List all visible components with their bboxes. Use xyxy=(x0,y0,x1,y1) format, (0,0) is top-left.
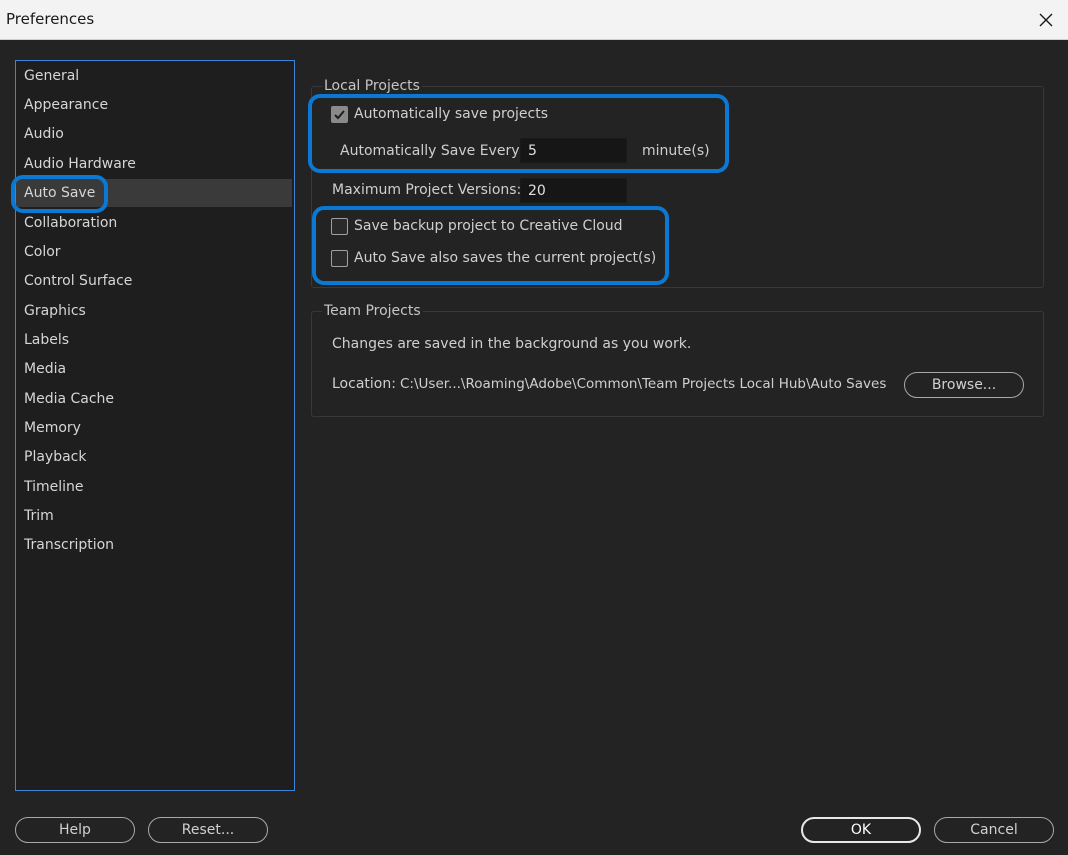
sidebar-item-audio[interactable]: Audio xyxy=(16,120,292,148)
ok-button[interactable]: OK xyxy=(801,817,921,843)
sidebar-item-labels[interactable]: Labels xyxy=(16,326,292,354)
auto-save-label: Automatically save projects xyxy=(354,106,548,122)
auto-save-checkbox[interactable] xyxy=(331,106,348,123)
title-bar: Preferences xyxy=(0,0,1068,40)
sidebar-item-media[interactable]: Media xyxy=(16,355,292,383)
sidebar-item-transcription[interactable]: Transcription xyxy=(16,531,292,559)
team-projects-description: Changes are saved in the background as y… xyxy=(332,336,692,352)
sidebar-item-media-cache[interactable]: Media Cache xyxy=(16,385,292,413)
save-current-label: Auto Save also saves the current project… xyxy=(354,250,657,266)
save-current-checkbox[interactable] xyxy=(331,250,348,267)
close-button[interactable] xyxy=(1024,0,1068,40)
browse-button[interactable]: Browse... xyxy=(904,372,1024,398)
sidebar-item-trim[interactable]: Trim xyxy=(16,502,292,530)
sidebar-item-timeline[interactable]: Timeline xyxy=(16,473,292,501)
backup-cc-label: Save backup project to Creative Cloud xyxy=(354,218,623,234)
location-label: Location: xyxy=(332,376,396,392)
preferences-category-list[interactable]: General Appearance Audio Audio Hardware … xyxy=(15,60,295,791)
cancel-button[interactable]: Cancel xyxy=(934,817,1054,843)
sidebar-item-color[interactable]: Color xyxy=(16,238,292,266)
backup-cc-checkbox[interactable] xyxy=(331,218,348,235)
sidebar-item-general[interactable]: General xyxy=(16,62,292,90)
sidebar-item-control-surface[interactable]: Control Surface xyxy=(16,267,292,295)
sidebar-item-memory[interactable]: Memory xyxy=(16,414,292,442)
sidebar-item-collaboration[interactable]: Collaboration xyxy=(16,209,292,237)
save-every-input[interactable] xyxy=(520,138,627,163)
team-projects-label: Team Projects xyxy=(322,303,423,319)
reset-button[interactable]: Reset... xyxy=(148,817,268,843)
max-versions-input[interactable] xyxy=(520,178,627,203)
sidebar-item-playback[interactable]: Playback xyxy=(16,443,292,471)
close-icon xyxy=(1039,13,1053,27)
window-title: Preferences xyxy=(6,10,95,28)
sidebar-item-graphics[interactable]: Graphics xyxy=(16,297,292,325)
team-projects-group xyxy=(311,311,1044,417)
local-projects-label: Local Projects xyxy=(322,78,422,94)
sidebar-item-auto-save[interactable]: Auto Save xyxy=(16,179,292,207)
help-button[interactable]: Help xyxy=(15,817,135,843)
location-path: C:\User...\Roaming\Adobe\Common\Team Pro… xyxy=(400,376,887,392)
sidebar-item-audio-hardware[interactable]: Audio Hardware xyxy=(16,150,292,178)
save-every-unit: minute(s) xyxy=(642,143,710,159)
save-every-label: Automatically Save Every: xyxy=(340,143,524,159)
checkmark-icon xyxy=(334,110,345,120)
max-versions-label: Maximum Project Versions: xyxy=(332,182,522,198)
sidebar-item-appearance[interactable]: Appearance xyxy=(16,91,292,119)
